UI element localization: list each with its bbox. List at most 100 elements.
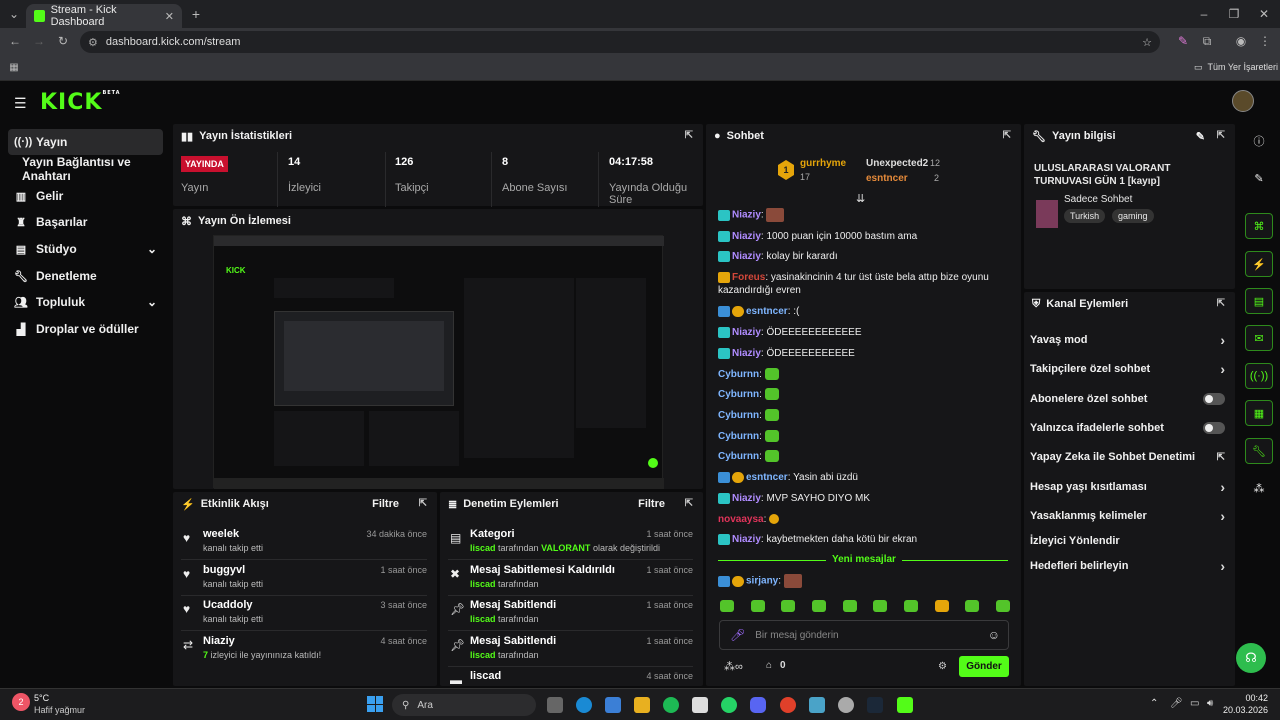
edge-icon[interactable] xyxy=(576,697,592,713)
apps-grid-icon[interactable]: ▦ xyxy=(8,61,20,73)
sidebar-item-stream-key[interactable]: Yayın Bağlantısı ve Anahtarı xyxy=(16,155,170,183)
list-item[interactable]: ⇄ Niaziy 7 izleyici ile yayınınıza katıldı… xyxy=(181,633,427,667)
channel-points[interactable]: ⌂ 0 xyxy=(766,660,786,671)
action-goals[interactable]: Hedefleri belirleyin › xyxy=(1030,555,1225,577)
hamburger-menu-icon[interactable]: ☰ xyxy=(14,95,27,112)
toggle-switch[interactable] xyxy=(1203,422,1225,434)
chat-message[interactable]: Cyburnn: xyxy=(718,430,1008,443)
new-messages-label[interactable]: Yeni mesajlar xyxy=(826,554,902,565)
chat-message[interactable]: esntncer: Yasin abi üzdü xyxy=(718,471,1008,484)
tag-pill[interactable]: gaming xyxy=(1112,209,1154,223)
app-icon[interactable] xyxy=(809,697,825,713)
list-item[interactable]: ▬ liscad 4 saat önce xyxy=(448,668,693,687)
support-headset-icon[interactable]: ☊ xyxy=(1236,643,1266,673)
chat-message[interactable]: Foreus: yasinakincinin 4 tur üst üste be… xyxy=(718,271,1008,297)
emote-icon[interactable] xyxy=(750,600,765,612)
tab-search-icon[interactable]: ⌄ xyxy=(6,6,22,22)
document-icon[interactable]: ▤ xyxy=(1245,288,1273,314)
mic-icon[interactable]: 🎤︎ xyxy=(1170,698,1183,709)
chat-message[interactable]: Cyburnn: xyxy=(718,450,1008,463)
filter-button[interactable]: Filtre xyxy=(372,498,399,510)
top-user-2[interactable]: Unexpected2 xyxy=(866,158,928,169)
menu-dots-icon[interactable]: ⋮ xyxy=(1258,34,1272,48)
toggle-switch[interactable] xyxy=(1203,393,1225,405)
sidebar-item-studyo[interactable]: ▤ Stüdyo ⌄ xyxy=(8,236,163,262)
tag-pill[interactable]: Turkish xyxy=(1064,209,1106,223)
minimize-icon[interactable]: – xyxy=(1196,6,1212,22)
reload-icon[interactable]: ↻ xyxy=(56,34,70,48)
network-icon[interactable]: ▭ xyxy=(1190,698,1199,709)
list-item[interactable]: 📌︎ Mesaj Sabitlendi liscad tarafından 1 sa… xyxy=(448,597,693,631)
steam-icon[interactable] xyxy=(867,697,883,713)
browser-tab[interactable]: Stream - Kick Dashboard ✕ xyxy=(26,4,182,28)
all-bookmarks[interactable]: ▭ Tüm Yer İşaretleri xyxy=(1194,62,1278,73)
people-icon[interactable]: ⁂ xyxy=(1245,475,1273,501)
chat-input[interactable]: 🎤︎ Bir mesaj gönderin ☺ xyxy=(719,620,1009,650)
chat-message[interactable]: Niaziy: kaybetmekten daha kötü bir ekran xyxy=(718,533,1008,546)
list-item[interactable]: ♥ buggyvl kanalı takip etti 1 saat önce xyxy=(181,562,427,596)
chat-message[interactable]: Niaziy: ÖDEEEEEEEEEEE xyxy=(718,347,1008,360)
clock-date[interactable]: 20.03.2026 xyxy=(1216,705,1268,715)
url-field[interactable]: ⚙ dashboard.kick.com/stream ☆ xyxy=(80,31,1160,53)
emote-icon[interactable] xyxy=(720,600,734,612)
chat-message[interactable]: Niaziy: ÖDEEEEEEEEEEEE xyxy=(718,326,1008,339)
explorer-icon[interactable] xyxy=(634,697,650,713)
chat-message[interactable]: esntncer: :( xyxy=(718,305,1008,318)
popout-icon[interactable]: ⇱ xyxy=(685,130,693,141)
emote-icon[interactable] xyxy=(903,600,918,612)
clock-time[interactable]: 00:42 xyxy=(1238,693,1268,703)
lightning-icon[interactable]: ⚡ xyxy=(1245,251,1273,277)
edit-pen-icon[interactable]: ✎ xyxy=(1196,130,1205,143)
stats-icon[interactable]: ▦ xyxy=(1245,400,1273,426)
chat-message[interactable]: novaaysa: xyxy=(718,513,1008,526)
chat-message[interactable]: Cyburnn: xyxy=(718,368,1008,381)
popout-icon[interactable]: ⇱ xyxy=(1217,298,1225,309)
action-banned-words[interactable]: Yasaklanmış kelimeler › xyxy=(1030,505,1225,527)
action-host[interactable]: İzleyici Yönlendir xyxy=(1030,530,1225,552)
action-emotes-only[interactable]: Yalnızca ifadelerle sohbet xyxy=(1030,417,1225,439)
emote-icon[interactable] xyxy=(873,600,888,612)
task-view-icon[interactable] xyxy=(547,697,563,713)
emote-icon[interactable] xyxy=(995,600,1010,612)
maximize-icon[interactable]: ❐ xyxy=(1226,6,1242,22)
bookmark-star-icon[interactable]: ☆ xyxy=(1142,36,1152,49)
chat-message[interactable]: sirjany: xyxy=(718,574,1008,588)
edit-pen-icon[interactable]: ✎ xyxy=(1245,165,1273,191)
popout-icon[interactable]: ⇱ xyxy=(1003,130,1011,141)
chat-message[interactable]: Niaziy: MVP SAYHO DIYO MK xyxy=(718,492,1008,505)
tab-close-icon[interactable]: ✕ xyxy=(165,10,174,23)
popout-icon[interactable]: ⇱ xyxy=(419,498,427,509)
chat-message[interactable]: Cyburnn: xyxy=(718,388,1008,401)
emote-icon[interactable] xyxy=(842,600,857,612)
emote-icon[interactable] xyxy=(781,600,796,612)
emoji-icon[interactable]: ☺ xyxy=(988,628,1000,642)
extensions-icon[interactable]: ⧉ xyxy=(1200,34,1214,48)
chat-settings-people-icon[interactable]: ⁂∞ xyxy=(724,660,743,673)
action-slow-mode[interactable]: Yavaş mod › xyxy=(1030,329,1225,351)
tray-chevron-icon[interactable]: ⌃ xyxy=(1150,698,1158,709)
broadcast-icon[interactable]: ((·)) xyxy=(1245,363,1273,389)
chat-message[interactable]: Niaziy: xyxy=(718,208,1008,222)
filter-button[interactable]: Filtre xyxy=(638,498,665,510)
whatsapp-icon[interactable] xyxy=(721,697,737,713)
kick-app-icon[interactable] xyxy=(897,697,913,713)
popout-icon[interactable]: ⇱ xyxy=(1217,130,1225,141)
sidebar-item-gelir[interactable]: ▥ Gelir xyxy=(8,183,163,209)
info-icon[interactable]: ⓘ xyxy=(1245,128,1273,154)
popout-icon[interactable]: ⇱ xyxy=(685,498,693,509)
list-item[interactable]: ✖ Mesaj Sabitlemesi Kaldırıldı liscad tar… xyxy=(448,562,693,596)
weather-temp[interactable]: 5°C xyxy=(34,693,49,703)
stream-preview-video[interactable]: KICK xyxy=(213,235,664,489)
volume-icon[interactable]: 🔊︎ xyxy=(1207,698,1213,709)
back-icon[interactable]: ← xyxy=(8,34,22,48)
action-account-age[interactable]: Hesap yaşı kısıtlaması › xyxy=(1030,476,1225,498)
list-item[interactable]: 📌︎ Mesaj Sabitlendi liscad tarafından 1 sa… xyxy=(448,633,693,667)
chat-message[interactable]: Niaziy: 1000 puan için 10000 bastım ama xyxy=(718,230,1008,243)
list-item[interactable]: ♥ weelek kanalı takip etti 34 dakika önce xyxy=(181,526,427,560)
sidebar-item-droplar[interactable]: ▟ Droplar ve ödüller xyxy=(8,316,163,342)
chat-message[interactable]: Niaziy: kolay bir karardı xyxy=(718,250,1008,263)
store-icon[interactable] xyxy=(605,697,621,713)
list-item[interactable]: ♥ Ucaddoly kanalı takip etti 3 saat önce xyxy=(181,597,427,631)
weather-desc[interactable]: Hafif yağmur xyxy=(34,705,85,715)
extension-pen-icon[interactable]: ✎ xyxy=(1176,34,1190,48)
